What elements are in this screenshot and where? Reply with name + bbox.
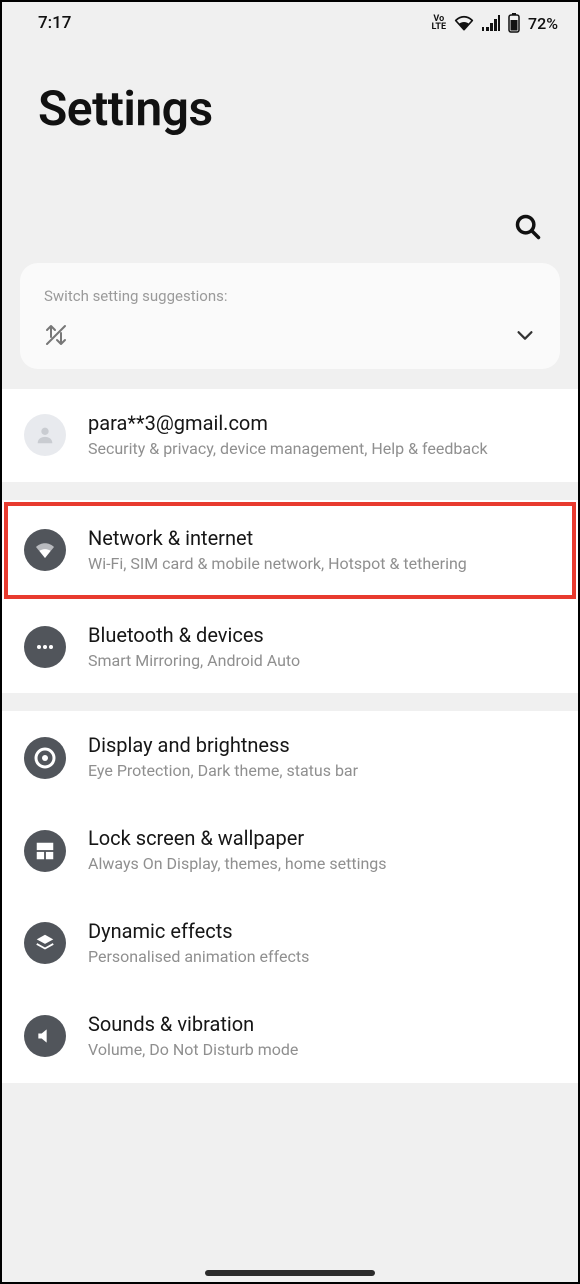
status-bar: 7:17 VoLTE 72% [2,2,578,44]
wifi-fill-icon [33,538,57,562]
settings-item-network[interactable]: Network & internet Wi-Fi, SIM card & mob… [2,500,578,601]
status-indicators: VoLTE 72% [432,13,558,33]
item-title: Bluetooth & devices [88,623,556,647]
settings-item-bluetooth[interactable]: Bluetooth & devices Smart Mirroring, And… [2,601,578,694]
layers-icon [34,932,56,954]
settings-item-dynamic[interactable]: Dynamic effects Personalised animation e… [2,897,578,990]
battery-icon [508,13,520,33]
wallpaper-icon [34,840,56,862]
lockscreen-icon-bg [24,830,66,872]
settings-item-display[interactable]: Display and brightness Eye Protection, D… [2,711,578,804]
account-group: para**3@gmail.com Security & privacy, de… [2,389,578,482]
signal-icon [482,15,500,31]
settings-group-1: Network & internet Wi-Fi, SIM card & mob… [2,500,578,694]
search-button[interactable] [508,207,548,247]
item-sub: Personalised animation effects [88,947,556,968]
sound-icon-bg [24,1015,66,1057]
item-sub: Smart Mirroring, Android Auto [88,651,556,672]
setting-suggestions-label: Switch setting suggestions: [44,287,536,305]
item-sub: Wi-Fi, SIM card & mobile network, Hotspo… [88,554,556,575]
item-title: Lock screen & wallpaper [88,826,556,850]
brightness-icon [33,746,57,770]
item-title: Network & internet [88,526,556,550]
data-off-icon [44,323,68,351]
setting-suggestions-card[interactable]: Switch setting suggestions: [20,263,560,369]
status-time: 7:17 [38,13,71,33]
speaker-icon [35,1026,55,1046]
bluetooth-icon-bg [24,626,66,668]
person-icon [34,424,56,446]
item-title: Display and brightness [88,733,556,757]
display-icon-bg [24,737,66,779]
wifi-icon [454,15,474,31]
page-header: Settings [2,44,578,147]
volte-indicator: VoLTE [432,15,447,31]
item-title: Dynamic effects [88,919,556,943]
battery-percent: 72% [528,14,558,33]
account-email: para**3@gmail.com [88,411,556,435]
avatar [24,414,66,456]
page-title: Settings [38,80,542,137]
settings-item-lockscreen[interactable]: Lock screen & wallpaper Always On Displa… [2,804,578,897]
account-sub: Security & privacy, device management, H… [88,439,556,460]
item-sub: Always On Display, themes, home settings [88,854,556,875]
item-sub: Eye Protection, Dark theme, status bar [88,761,556,782]
item-sub: Volume, Do Not Disturb mode [88,1040,556,1061]
dynamic-icon-bg [24,922,66,964]
settings-group-2: Display and brightness Eye Protection, D… [2,711,578,1082]
network-icon-bg [24,529,66,571]
chevron-down-icon[interactable] [514,324,536,350]
account-item[interactable]: para**3@gmail.com Security & privacy, de… [2,389,578,482]
search-icon [514,213,542,241]
item-title: Sounds & vibration [88,1012,556,1036]
more-horizontal-icon [33,635,57,659]
settings-item-sound[interactable]: Sounds & vibration Volume, Do Not Distur… [2,990,578,1083]
gesture-nav-bar[interactable] [2,1270,578,1276]
